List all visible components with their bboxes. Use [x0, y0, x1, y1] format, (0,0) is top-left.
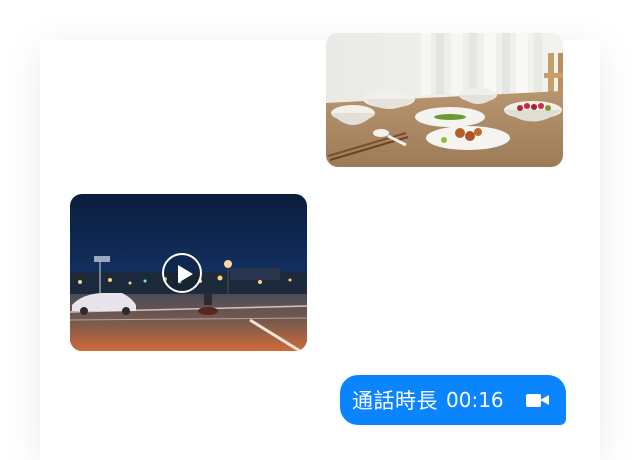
dining-table-photo [326, 33, 563, 167]
video-message[interactable] [70, 194, 307, 351]
call-duration-value: 00:16 [446, 388, 504, 412]
chat-screen: 通話時長 00:16 [0, 0, 640, 460]
call-duration-label: 通話時長 [352, 389, 438, 413]
play-button[interactable] [162, 253, 202, 293]
video-camera-icon [526, 394, 550, 407]
video-call-record[interactable]: 通話時長 00:16 [340, 375, 566, 425]
photo-message[interactable] [326, 33, 563, 167]
